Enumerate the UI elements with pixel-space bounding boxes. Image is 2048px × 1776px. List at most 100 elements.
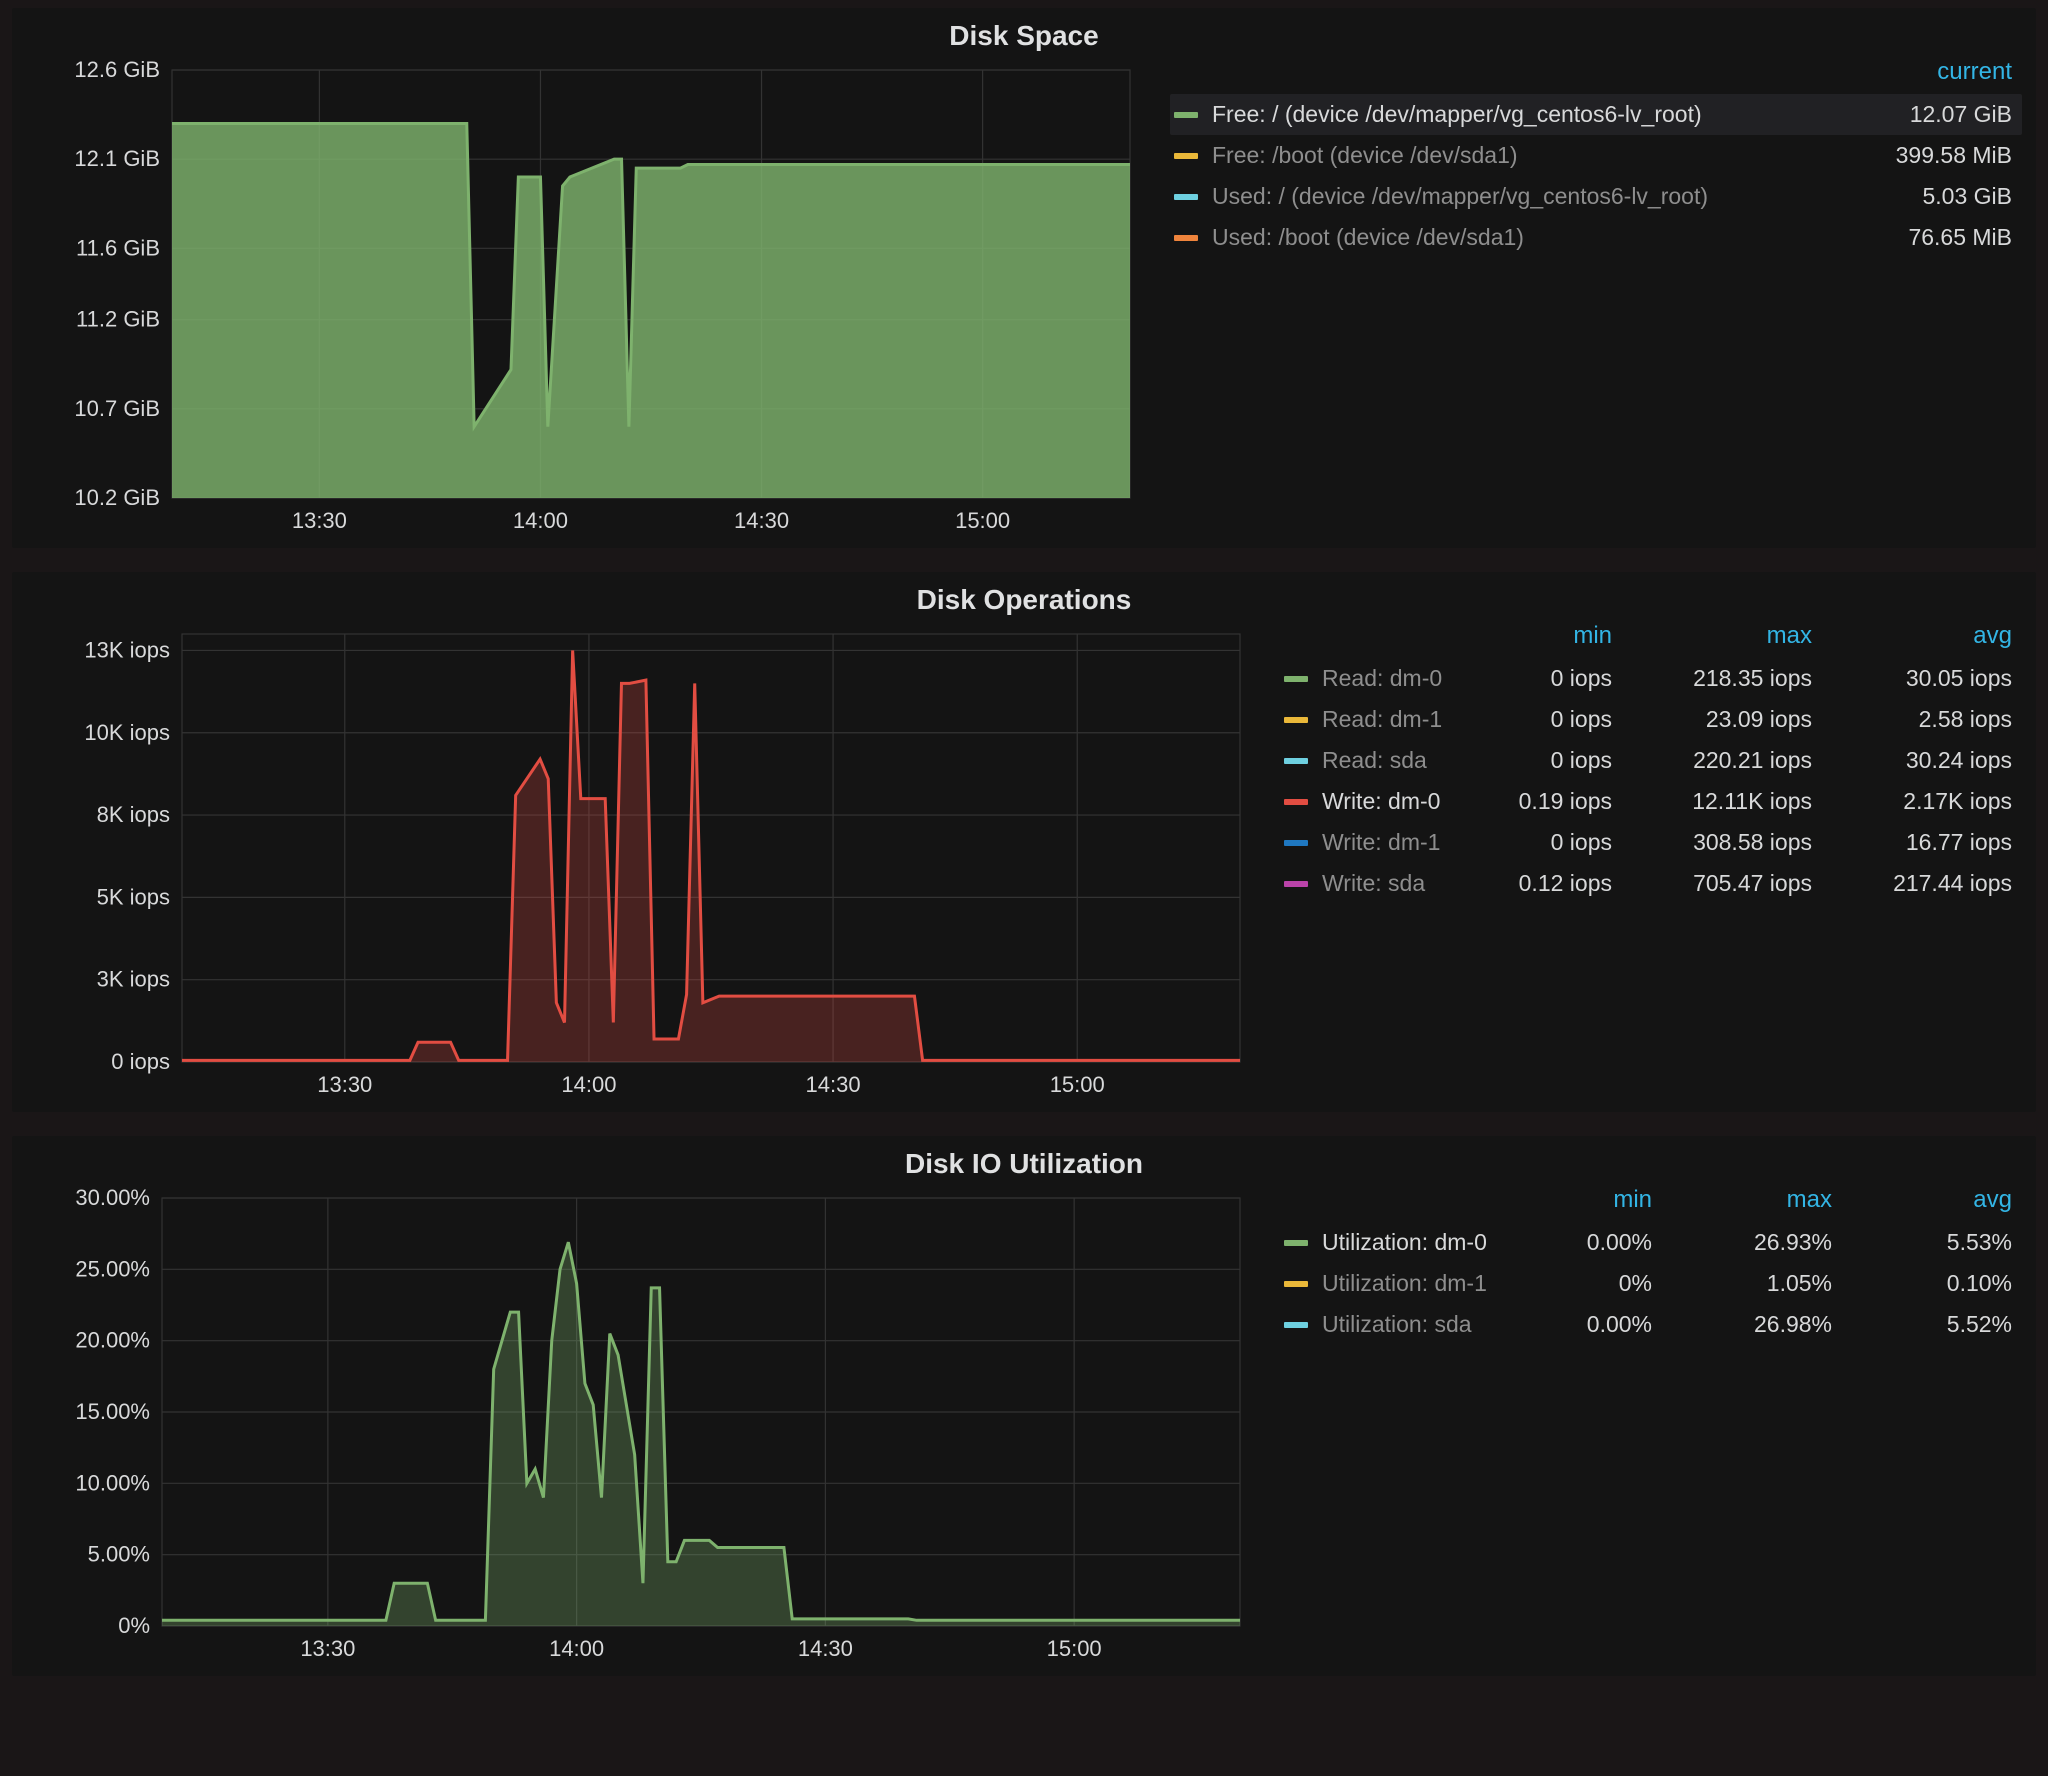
legend-avg: 5.52% — [1832, 1311, 2012, 1338]
svg-text:11.2 GiB: 11.2 GiB — [76, 307, 160, 332]
chart-disk-operations[interactable]: 0 iops3K iops5K iops8K iops10K iops13K i… — [32, 624, 1252, 1102]
legend-swatch — [1174, 112, 1198, 118]
legend-row[interactable]: Used: /boot (device /dev/sda1) 76.65 MiB — [1170, 217, 2022, 258]
legend-max: 220.21 iops — [1612, 747, 1812, 774]
legend-series-value: 12.07 GiB — [1812, 101, 2012, 128]
panel-title: Disk Operations — [12, 572, 2036, 624]
svg-text:15:00: 15:00 — [1047, 1636, 1102, 1661]
svg-text:13:30: 13:30 — [292, 508, 347, 533]
legend-row[interactable]: Read: sda 0 iops 220.21 iops 30.24 iops — [1280, 740, 2022, 781]
svg-text:11.6 GiB: 11.6 GiB — [76, 235, 160, 260]
legend-swatch — [1284, 758, 1308, 764]
svg-text:30.00%: 30.00% — [75, 1188, 150, 1210]
legend-series-name: Free: / (device /dev/mapper/vg_centos6-l… — [1212, 101, 1812, 128]
legend-series-name: Free: /boot (device /dev/sda1) — [1212, 142, 1812, 169]
legend-max: 26.98% — [1652, 1311, 1832, 1338]
legend-max: 218.35 iops — [1612, 665, 1812, 692]
legend-max: 12.11K iops — [1612, 788, 1812, 815]
svg-text:15:00: 15:00 — [1050, 1072, 1105, 1097]
legend-max: 23.09 iops — [1612, 706, 1812, 733]
legend-min: 0.19 iops — [1472, 788, 1612, 815]
legend-row[interactable]: Write: dm-0 0.19 iops 12.11K iops 2.17K … — [1280, 781, 2022, 822]
legend-min: 0.00% — [1512, 1311, 1652, 1338]
legend-swatch — [1174, 194, 1198, 200]
svg-text:14:30: 14:30 — [806, 1072, 861, 1097]
svg-text:13:30: 13:30 — [300, 1636, 355, 1661]
panel-title: Disk IO Utilization — [12, 1136, 2036, 1188]
legend-swatch — [1174, 235, 1198, 241]
legend-swatch — [1284, 799, 1308, 805]
legend-series-name: Read: dm-0 — [1322, 665, 1472, 692]
chart-disk-io[interactable]: 0%5.00%10.00%15.00%20.00%25.00%30.00%13:… — [32, 1188, 1252, 1666]
legend-min: 0 iops — [1472, 665, 1612, 692]
svg-text:14:00: 14:00 — [513, 508, 568, 533]
legend-max: 705.47 iops — [1612, 870, 1812, 897]
legend-avg: 5.53% — [1832, 1229, 2012, 1256]
legend-avg: 16.77 iops — [1812, 829, 2012, 856]
legend-swatch — [1284, 717, 1308, 723]
legend-swatch — [1284, 1240, 1308, 1246]
legend-header-max: max — [1652, 1186, 1832, 1214]
legend-series-value: 5.03 GiB — [1812, 183, 2012, 210]
legend-series-value: 399.58 MiB — [1812, 142, 2012, 169]
legend-avg: 2.17K iops — [1812, 788, 2012, 815]
svg-text:14:30: 14:30 — [734, 508, 789, 533]
panel-title: Disk Space — [12, 8, 2036, 60]
svg-text:8K iops: 8K iops — [97, 802, 170, 827]
legend-min: 0.00% — [1512, 1229, 1652, 1256]
legend-header-max: max — [1612, 622, 1812, 650]
legend-header-avg: avg — [1832, 1186, 2012, 1214]
svg-text:14:30: 14:30 — [798, 1636, 853, 1661]
legend-header-avg: avg — [1812, 622, 2012, 650]
legend-series-name: Used: /boot (device /dev/sda1) — [1212, 224, 1812, 251]
legend-row[interactable]: Free: / (device /dev/mapper/vg_centos6-l… — [1170, 94, 2022, 135]
legend-avg: 30.24 iops — [1812, 747, 2012, 774]
legend-row[interactable]: Free: /boot (device /dev/sda1) 399.58 Mi… — [1170, 135, 2022, 176]
legend-series-name: Write: dm-1 — [1322, 829, 1472, 856]
legend-row[interactable]: Utilization: dm-1 0% 1.05% 0.10% — [1280, 1263, 2022, 1304]
legend-row[interactable]: Write: dm-1 0 iops 308.58 iops 16.77 iop… — [1280, 822, 2022, 863]
legend-header-current: current — [1812, 58, 2012, 86]
legend-series-name: Write: sda — [1322, 870, 1472, 897]
svg-text:10.2 GiB: 10.2 GiB — [74, 485, 160, 510]
legend-disk-operations: min max avg Read: dm-0 0 iops 218.35 iop… — [1280, 618, 2022, 904]
legend-min: 0% — [1512, 1270, 1652, 1297]
legend-swatch — [1284, 840, 1308, 846]
svg-text:5.00%: 5.00% — [88, 1542, 150, 1567]
svg-text:12.1 GiB: 12.1 GiB — [74, 146, 160, 171]
chart-disk-space[interactable]: 10.2 GiB 10.7 GiB 11.2 GiB 11.6 GiB 12.1 GiB… — [32, 60, 1142, 538]
legend-row[interactable]: Read: dm-1 0 iops 23.09 iops 2.58 iops — [1280, 699, 2022, 740]
legend-min: 0.12 iops — [1472, 870, 1612, 897]
legend-avg: 2.58 iops — [1812, 706, 2012, 733]
legend-row[interactable]: Read: dm-0 0 iops 218.35 iops 30.05 iops — [1280, 658, 2022, 699]
svg-text:10K iops: 10K iops — [84, 720, 170, 745]
svg-text:14:00: 14:00 — [549, 1636, 604, 1661]
svg-text:10.7 GiB: 10.7 GiB — [74, 396, 160, 421]
legend-max: 1.05% — [1652, 1270, 1832, 1297]
legend-row[interactable]: Write: sda 0.12 iops 705.47 iops 217.44 … — [1280, 863, 2022, 904]
panel-disk-space: Disk Space 10.2 GiB 10.7 GiB 11.2 GiB 11.6 … — [12, 8, 2036, 548]
legend-series-name: Used: / (device /dev/mapper/vg_centos6-l… — [1212, 183, 1812, 210]
panel-disk-io: Disk IO Utilization 0%5.00%10.00%15.00%2… — [12, 1136, 2036, 1676]
legend-max: 308.58 iops — [1612, 829, 1812, 856]
legend-swatch — [1284, 1322, 1308, 1328]
legend-series-name: Read: dm-1 — [1322, 706, 1472, 733]
legend-header-min: min — [1472, 622, 1612, 650]
legend-min: 0 iops — [1472, 829, 1612, 856]
svg-text:25.00%: 25.00% — [75, 1256, 150, 1281]
legend-max: 26.93% — [1652, 1229, 1832, 1256]
legend-header-min: min — [1512, 1186, 1652, 1214]
legend-series-name: Read: sda — [1322, 747, 1472, 774]
svg-text:20.00%: 20.00% — [75, 1328, 150, 1353]
svg-text:10.00%: 10.00% — [75, 1470, 150, 1495]
legend-row[interactable]: Utilization: sda 0.00% 26.98% 5.52% — [1280, 1304, 2022, 1345]
legend-row[interactable]: Utilization: dm-0 0.00% 26.93% 5.53% — [1280, 1222, 2022, 1263]
legend-swatch — [1284, 1281, 1308, 1287]
legend-disk-space: current Free: / (device /dev/mapper/vg_c… — [1170, 54, 2022, 258]
legend-disk-io: min max avg Utilization: dm-0 0.00% 26.9… — [1280, 1182, 2022, 1345]
svg-text:0%: 0% — [118, 1613, 150, 1638]
svg-text:13K iops: 13K iops — [84, 637, 170, 662]
legend-row[interactable]: Used: / (device /dev/mapper/vg_centos6-l… — [1170, 176, 2022, 217]
legend-swatch — [1284, 881, 1308, 887]
legend-series-name: Write: dm-0 — [1322, 788, 1472, 815]
